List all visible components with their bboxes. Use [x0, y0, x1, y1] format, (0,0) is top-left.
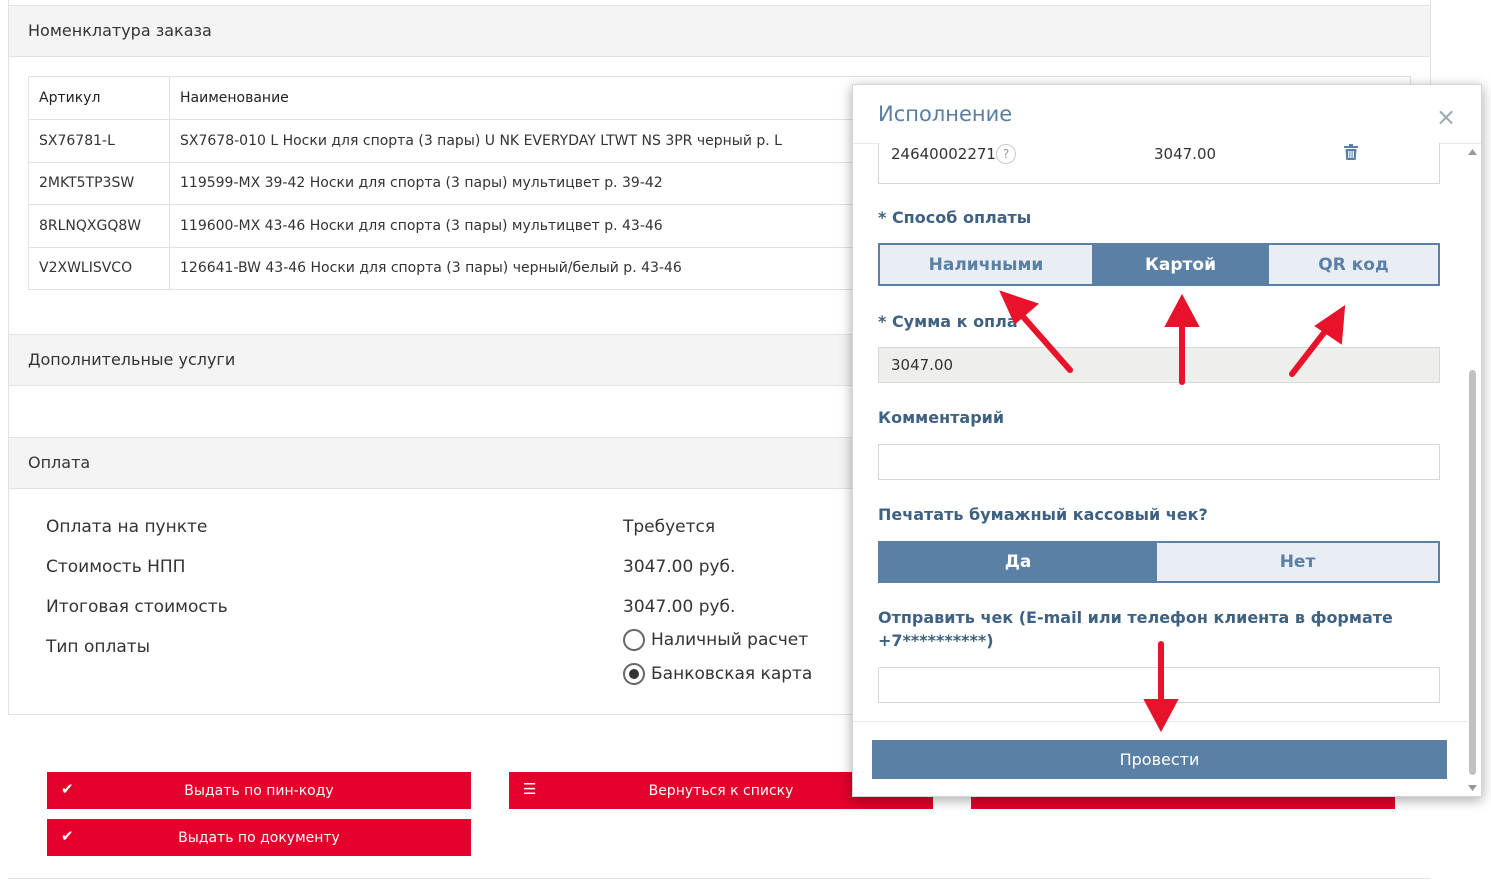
print-yes-button[interactable]: Да — [880, 543, 1157, 581]
comment-field[interactable] — [878, 444, 1440, 480]
payment-label-cost: Стоимость НПП — [46, 557, 186, 577]
scroll-up-icon[interactable] — [1468, 149, 1477, 155]
comment-label: Комментарий — [878, 408, 1005, 427]
issue-by-pin-label: Выдать по пин-коду — [184, 782, 334, 799]
print-no-button[interactable]: Нет — [1157, 543, 1438, 581]
list-icon: ☰ — [523, 780, 537, 798]
services-section-title: Дополнительные услуги — [28, 350, 236, 369]
amount-value: 3047.00 — [891, 356, 954, 374]
check-icon: ✔ — [61, 780, 74, 798]
code-value: 24640002271 — [891, 145, 996, 163]
column-header-sku: Артикул — [28, 76, 170, 120]
code-amount: 3047.00 — [1154, 145, 1217, 163]
payment-value-on-site: Требуется — [623, 517, 716, 537]
payment-value-cost: 3047.00 руб. — [623, 557, 736, 577]
check-icon: ✔ — [61, 827, 74, 845]
payment-label-type: Тип оплаты — [46, 637, 151, 657]
scroll-down-icon[interactable] — [1468, 785, 1477, 791]
cell-sku: V2XWLISVCO — [28, 246, 170, 290]
payment-method-segmented: Наличными Картой QR код — [878, 243, 1440, 286]
cell-sku: SX76781-L — [28, 119, 170, 163]
radio-cash-label[interactable]: Наличный расчет — [651, 630, 808, 650]
scroll-thumb[interactable] — [1469, 370, 1476, 775]
payment-method-label: * Способ оплаты — [878, 208, 1032, 227]
payment-label-on-site: Оплата на пункте — [46, 517, 208, 537]
payment-label-total: Итоговая стоимость — [46, 597, 228, 617]
cell-sku: 8RLNQXGQ8W — [28, 204, 170, 248]
send-receipt-label-line2: +7**********) — [878, 631, 994, 650]
method-cash-button[interactable]: Наличными — [880, 245, 1093, 284]
bottom-divider — [8, 878, 1431, 879]
submit-button[interactable]: Провести — [872, 740, 1447, 779]
modal-scrollbar[interactable] — [1467, 145, 1477, 795]
print-receipt-label: Печатать бумажный кассовый чек? — [878, 505, 1208, 524]
order-section-title: Номенклатура заказа — [28, 21, 212, 40]
radio-cash[interactable] — [623, 629, 645, 651]
trash-icon[interactable] — [1343, 144, 1359, 161]
radio-card-label[interactable]: Банковская карта — [651, 664, 812, 684]
issue-by-document-label: Выдать по документу — [178, 829, 340, 846]
payment-value-total: 3047.00 руб. — [623, 597, 736, 617]
execution-modal: Исполнение × 24640002271 ? 3047.00 * Спо… — [852, 84, 1482, 797]
help-icon[interactable]: ? — [996, 144, 1016, 164]
issue-by-pin-button[interactable]: ✔ Выдать по пин-коду — [47, 772, 471, 809]
method-card-button[interactable]: Картой — [1093, 245, 1269, 284]
payment-section-title: Оплата — [28, 453, 91, 472]
close-icon[interactable]: × — [1436, 103, 1456, 131]
radio-card[interactable] — [623, 663, 645, 685]
cell-sku: 2MKT5TP3SW — [28, 161, 170, 205]
send-receipt-field[interactable] — [878, 667, 1440, 703]
send-receipt-label-line1: Отправить чек (E-mail или телефон клиент… — [878, 608, 1393, 627]
order-section-header: Номенклатура заказа — [8, 5, 1431, 57]
method-qr-button[interactable]: QR код — [1269, 245, 1438, 284]
amount-label: * Сумма к опла — [878, 312, 1018, 331]
code-row: 24640002271 ? 3047.00 — [878, 143, 1440, 184]
back-to-list-label: Вернуться к списку — [648, 782, 794, 799]
amount-field[interactable]: 3047.00 — [878, 347, 1440, 383]
modal-footer-divider — [853, 721, 1467, 722]
issue-by-document-button[interactable]: ✔ Выдать по документу — [47, 819, 471, 856]
print-receipt-segmented: Да Нет — [878, 541, 1440, 583]
page: Номенклатура заказа Артикул Наименование… — [0, 0, 1491, 881]
modal-title: Исполнение — [878, 102, 1013, 126]
